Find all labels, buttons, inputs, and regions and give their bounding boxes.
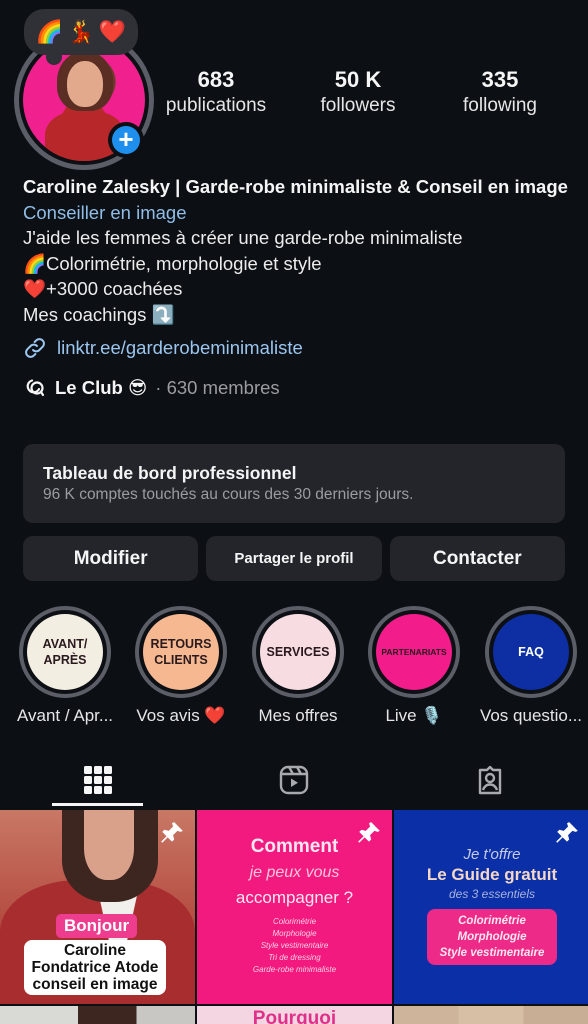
post-tile[interactable]: [394, 1006, 588, 1024]
highlight-partenariats[interactable]: PARTENARIATS Live 🎙️: [355, 606, 473, 726]
post-subtitle: je peux vous: [249, 864, 340, 881]
bio-line: 🌈Colorimétrie, morphologie et style: [23, 252, 322, 274]
highlight-ring: FAQ: [485, 606, 577, 698]
post-caption: Caroline Fondatrice Atode conseil en ima…: [24, 940, 166, 995]
rainbow-emoji: 🌈: [35, 19, 64, 44]
highlight-faq[interactable]: FAQ Vos questio...: [472, 606, 588, 726]
followers-label: followers: [320, 95, 396, 116]
broadcast-channel[interactable]: Le Club 😎 · 630 membres: [23, 375, 573, 401]
profile-tabs: [0, 752, 588, 808]
dashboard-title: Tableau de bord professionnel: [43, 463, 297, 483]
pin-icon: [556, 822, 578, 843]
tab-posts-grid[interactable]: [0, 752, 196, 808]
share-profile-button[interactable]: Partager le profil: [206, 536, 382, 581]
posts-count: 683: [197, 67, 235, 92]
post-title: Le Guide gratuit: [426, 865, 558, 884]
add-story-button[interactable]: +: [108, 122, 144, 158]
bio-line: J'aide les femmes à créer une garde-robe…: [23, 227, 463, 248]
highlight-cover: PARTENARIATS: [376, 614, 452, 690]
highlight-caption: Avant / Apr...: [16, 706, 114, 725]
tagged-person-icon: [478, 765, 502, 795]
highlight-caption: Live 🎙️: [385, 706, 443, 725]
post-title-2: accompagner ?: [235, 888, 354, 907]
story-highlights: AVANT/ APRÈS Avant / Apr... RETOURS CLIE…: [0, 606, 588, 726]
tab-reels[interactable]: [196, 752, 392, 808]
pin-icon: [358, 822, 380, 843]
following-label: following: [463, 95, 537, 116]
dancer-emoji: 💃: [67, 19, 95, 44]
profile-actions: Modifier Partager le profil Contacter: [23, 536, 565, 581]
posts-label: publications: [165, 95, 267, 116]
highlight-caption: Mes offres: [258, 706, 338, 725]
highlight-avant-apres[interactable]: AVANT/ APRÈS Avant / Apr...: [6, 606, 124, 726]
highlight-cover: AVANT/ APRÈS: [27, 614, 103, 690]
post-tile[interactable]: Comment je peux vous accompagner ? Color…: [197, 810, 392, 1004]
post-title: Pourquoi: [252, 1008, 337, 1024]
highlight-retours-clients[interactable]: RETOURS CLIENTS Vos avis ❤️: [122, 606, 240, 726]
channel-icon: [26, 379, 45, 397]
stat-followers[interactable]: 50 K followers: [308, 66, 408, 118]
highlight-cover: FAQ: [493, 614, 569, 690]
highlight-caption: Vos questio...: [479, 706, 583, 725]
grid-icon: [84, 766, 112, 794]
following-count: 335: [481, 67, 519, 92]
highlight-ring: AVANT/ APRÈS: [19, 606, 111, 698]
post-tile[interactable]: Bonjour Caroline Fondatrice Atode consei…: [0, 810, 195, 1004]
pin-icon: [161, 822, 183, 843]
posts-grid: Bonjour Caroline Fondatrice Atode consei…: [0, 810, 588, 1024]
highlight-ring: SERVICES: [252, 606, 344, 698]
profile-name: Caroline Zalesky | Garde-robe minimalist…: [23, 176, 568, 197]
post-subtitle: des 3 essentiels: [448, 887, 536, 901]
tab-tagged[interactable]: [392, 752, 588, 808]
post-items: Colorimétrie Morphologie Style vestimentai…: [427, 909, 557, 965]
link-icon: [25, 337, 45, 358]
post-tile[interactable]: [0, 1006, 195, 1024]
heart-emoji: ❤️: [98, 19, 127, 44]
plus-icon: +: [112, 126, 140, 154]
post-tile[interactable]: Je t'offre Le Guide gratuit des 3 essent…: [394, 810, 588, 1004]
bio-line: ❤️+3000 coachées: [23, 278, 183, 299]
highlight-ring: PARTENARIATS: [368, 606, 460, 698]
highlight-cover: SERVICES: [260, 614, 336, 690]
bio-line: Mes coachings ⤵️: [23, 303, 175, 325]
highlight-ring: RETOURS CLIENTS: [135, 606, 227, 698]
link-url[interactable]: linktr.ee/garderobeminimaliste: [57, 335, 303, 361]
profile-category: Conseiller en image: [23, 201, 187, 223]
channel-members: · 630 membres: [155, 376, 280, 398]
highlight-services[interactable]: SERVICES Mes offres: [239, 606, 357, 726]
highlight-caption: Vos avis ❤️: [136, 706, 226, 725]
note-bubble[interactable]: 🌈 💃 ❤️: [24, 9, 138, 65]
channel-name: Le Club 😎: [55, 376, 148, 398]
professional-dashboard[interactable]: Tableau de bord professionnel 96 K compt…: [23, 444, 565, 523]
post-tag: Bonjour: [56, 914, 138, 938]
contact-button[interactable]: Contacter: [389, 536, 565, 581]
highlight-cover: RETOURS CLIENTS: [143, 614, 219, 690]
followers-count: 50 K: [334, 67, 382, 92]
post-items: Colorimétrie Morphologie Style vestimentai…: [252, 917, 337, 974]
reels-icon: [279, 765, 309, 795]
dashboard-subtitle: 96 K comptes touchés au cours des 30 der…: [43, 486, 414, 503]
post-intro: Je t'offre: [463, 846, 521, 863]
profile-bio: Caroline Zalesky | Garde-robe minimalist…: [23, 174, 573, 400]
bio-link[interactable]: linktr.ee/garderobeminimaliste: [23, 335, 573, 361]
stat-following[interactable]: 335 following: [450, 66, 550, 118]
stat-posts[interactable]: 683 publications: [160, 66, 272, 118]
edit-profile-button[interactable]: Modifier: [23, 536, 199, 581]
post-tile[interactable]: Pourquoi: [197, 1006, 392, 1024]
